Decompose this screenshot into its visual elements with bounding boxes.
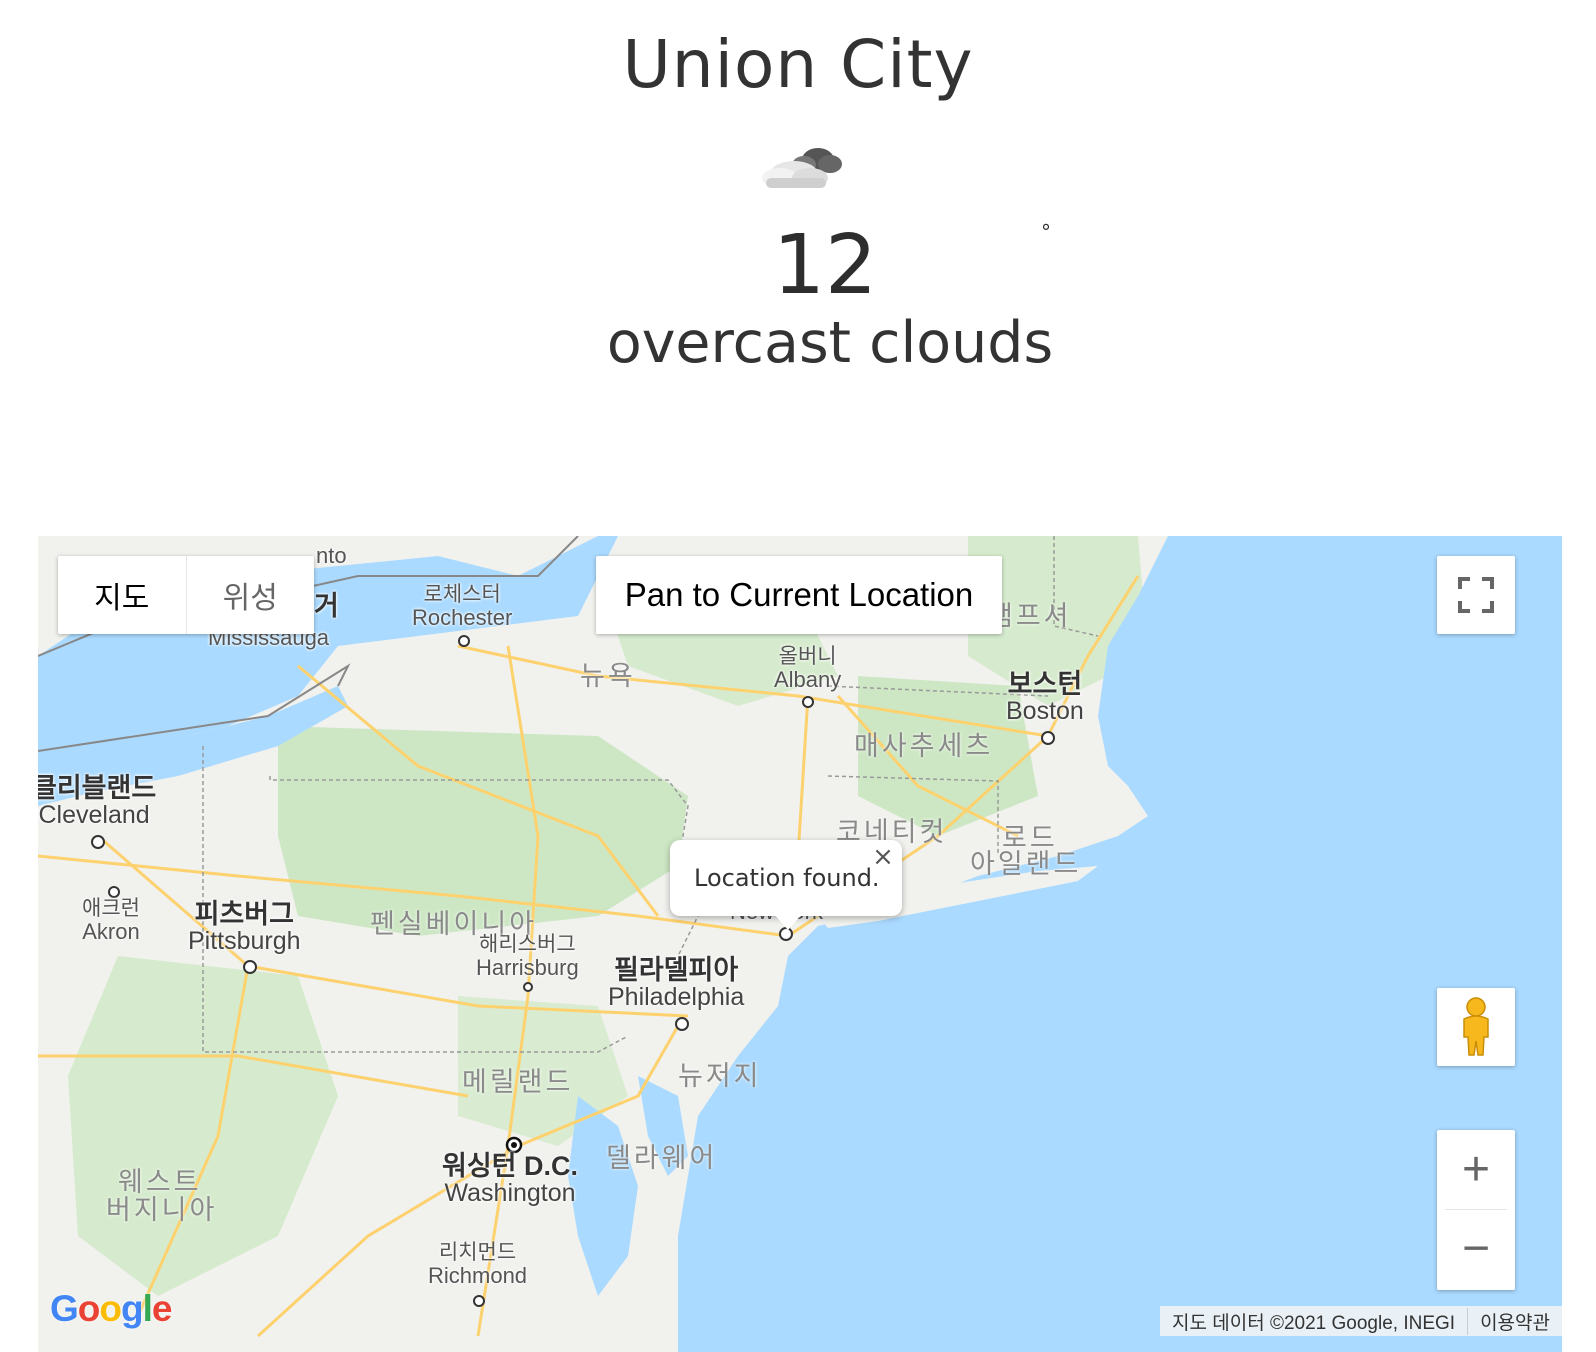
map-label-washington: 워싱턴 D.C. Washington [442, 1151, 579, 1208]
map-label-toronto: nto [316, 543, 347, 568]
city-name: Union City [622, 26, 974, 103]
map-label-boston: 보스턴 Boston [1006, 669, 1084, 726]
map-label-new-jersey: 뉴저지 [678, 1061, 762, 1091]
map-type-map-button[interactable]: 지도 [58, 556, 186, 634]
terms-of-use-link[interactable]: 이용약관 [1467, 1307, 1562, 1335]
map-label-akron: 애크런 Akron [82, 897, 140, 945]
fullscreen-button[interactable] [1437, 556, 1515, 634]
map-view[interactable]: nto 거 Mississauga 로체스터 Rochester 뉴욕 올버니 Al… [38, 536, 1562, 1352]
temperature-value: 12 [772, 218, 878, 313]
map-label-massachusetts: 매사추세츠 [854, 731, 994, 761]
map-label-west-virginia-2: 버지니아 [106, 1195, 218, 1225]
zoom-out-button[interactable]: − [1437, 1209, 1515, 1288]
info-window-tail [774, 914, 802, 930]
info-window-text: Location found. [694, 864, 880, 892]
overcast-clouds-icon [758, 138, 848, 194]
map-label-albany: 올버니 Albany [774, 645, 842, 693]
degree-symbol: ° [1041, 220, 1051, 244]
map-label-rochester: 로체스터 Rochester [412, 583, 513, 631]
pan-to-current-location-button[interactable]: Pan to Current Location [596, 556, 1002, 634]
map-type-satellite-button[interactable]: 위성 [185, 556, 315, 634]
info-window: Location found. × [670, 840, 902, 930]
map-data-attribution[interactable]: 지도 데이터 ©2021 Google, INEGI [1160, 1308, 1467, 1335]
zoom-in-button[interactable]: + [1437, 1130, 1515, 1209]
map-label-rhode-island-2: 아일랜드 [970, 849, 1082, 879]
map-label-pittsburgh: 피츠버그 Pittsburgh [188, 899, 301, 956]
info-window-close-icon[interactable]: × [870, 844, 896, 870]
map-label-cleveland: 클리블랜드 Cleveland [38, 773, 157, 830]
map-label-new-york-state: 뉴욕 [580, 661, 636, 691]
map-label-harrisburg: 해리스버그 Harrisburg [476, 933, 579, 981]
google-logo[interactable]: Google [50, 1288, 172, 1330]
fullscreen-icon [1458, 577, 1494, 613]
map-label-toronto-ko: 거 [314, 591, 339, 621]
weather-description: overcast clouds [606, 310, 1054, 376]
map-label-maryland: 메릴랜드 [462, 1067, 574, 1097]
map-label-delaware: 델라웨어 [606, 1143, 718, 1173]
zoom-divider [1445, 1209, 1507, 1210]
zoom-control: + − [1437, 1130, 1515, 1290]
street-view-pegman-icon [1463, 997, 1489, 1056]
map-label-philadelphia: 필라델피아 Philadelphia [608, 955, 745, 1012]
map-attribution: 지도 데이터 ©2021 Google, INEGI 이용약관 [1160, 1306, 1562, 1336]
street-view-pegman-button[interactable] [1437, 988, 1515, 1066]
map-label-richmond: 리치먼드 Richmond [428, 1241, 528, 1289]
map-type-control: 지도 위성 [58, 556, 314, 634]
